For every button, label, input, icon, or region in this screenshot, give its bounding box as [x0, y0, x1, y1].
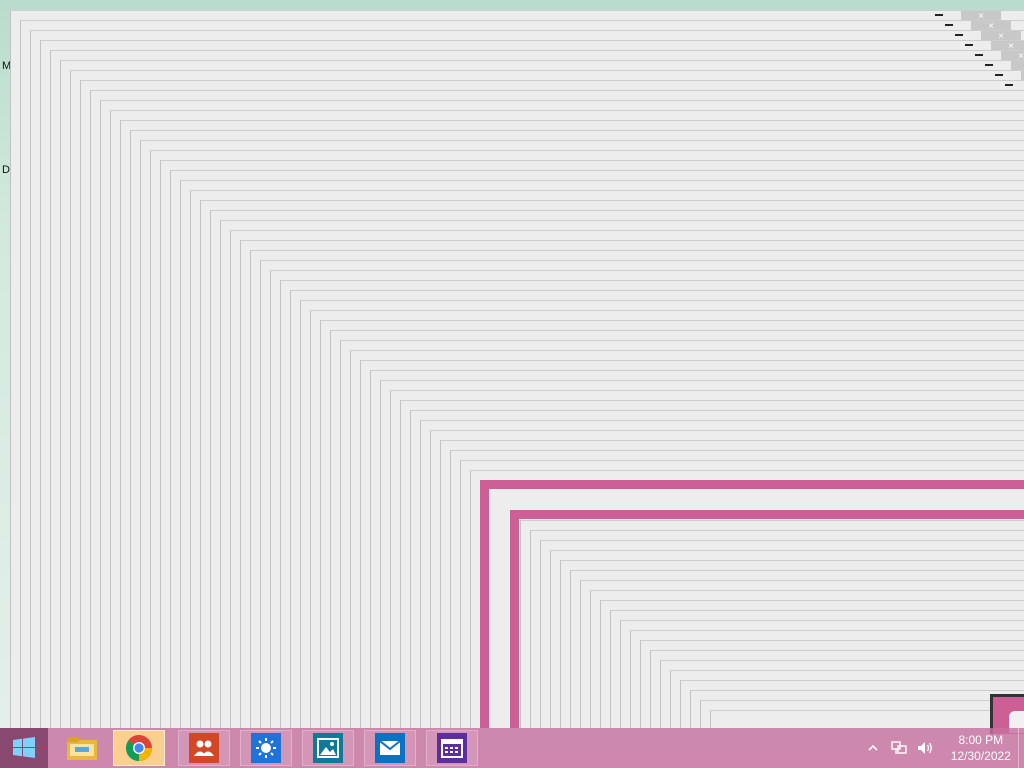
ghost-minimize-icon — [985, 64, 993, 66]
taskbar-mail[interactable] — [364, 730, 416, 766]
taskbar-photos[interactable] — [302, 730, 354, 766]
ghost-minimize-icon — [945, 24, 953, 26]
taskbar-clock[interactable]: 8:00 PM 12/30/2022 — [942, 732, 1020, 764]
folder-icon — [67, 737, 97, 760]
taskbar-weather[interactable] — [240, 730, 292, 766]
chrome-icon — [126, 735, 153, 762]
desktop: M D ×××××××× — [0, 0, 1024, 768]
ghost-minimize-icon — [995, 74, 1003, 76]
ghost-window-trail: ×××××××× — [0, 0, 1024, 728]
show-hidden-icons-chevron-icon[interactable] — [864, 739, 882, 757]
ghost-minimize-icon — [935, 14, 943, 16]
ghost-minimize-icon — [965, 44, 973, 46]
ghost-window-frame — [710, 710, 1024, 728]
people-icon — [189, 733, 219, 763]
start-button[interactable] — [0, 728, 48, 768]
windows-logo-icon — [13, 737, 35, 758]
show-desktop-button[interactable] — [1018, 728, 1024, 768]
clock-time: 8:00 PM — [958, 733, 1004, 747]
weather-icon — [251, 733, 281, 763]
taskbar-people[interactable] — [178, 730, 230, 766]
mail-icon — [375, 733, 405, 763]
system-tray: 8:00 PM 12/30/2022 — [864, 728, 1024, 768]
network-icon[interactable] — [890, 739, 908, 757]
photos-icon — [313, 733, 343, 763]
taskbar-file-explorer[interactable] — [56, 730, 108, 766]
calendar-icon — [437, 733, 467, 763]
ghost-minimize-icon — [1005, 84, 1013, 86]
volume-icon[interactable] — [916, 739, 934, 757]
taskbar-calendar[interactable] — [426, 730, 478, 766]
ghost-minimize-icon — [955, 34, 963, 36]
clock-date: 12/30/2022 — [950, 749, 1011, 763]
ghost-minimize-icon — [975, 54, 983, 56]
taskbar-chrome[interactable] — [113, 730, 165, 766]
